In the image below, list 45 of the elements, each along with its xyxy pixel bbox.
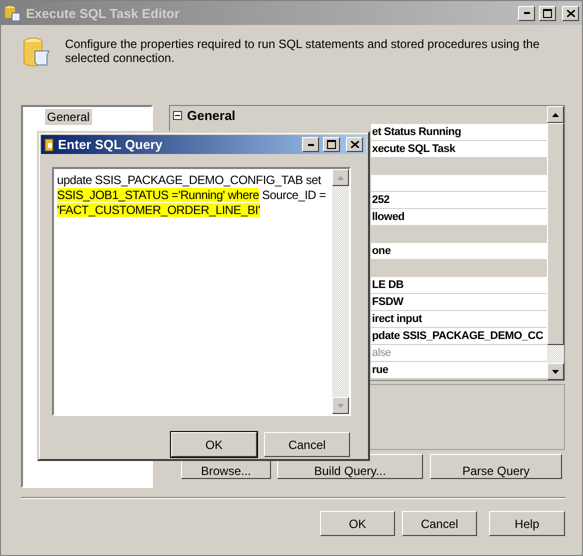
close-icon	[350, 141, 358, 148]
down-arrow-icon	[552, 370, 559, 374]
minimize-icon	[308, 144, 314, 146]
property-value[interactable]: LE DB	[371, 277, 547, 293]
minimize-icon	[524, 12, 530, 14]
dialog-button[interactable]: Help	[489, 511, 565, 536]
window-title: Execute SQL Task Editor	[26, 6, 180, 20]
sidebar-item[interactable]: General	[45, 109, 92, 125]
app-icon	[4, 4, 22, 22]
close-button[interactable]	[346, 137, 363, 152]
property-value[interactable]: FSDW	[371, 294, 547, 310]
up-arrow-icon	[552, 112, 559, 116]
dialog-title: Enter SQL Query	[58, 137, 164, 152]
scroll-up-button[interactable]	[547, 106, 564, 123]
property-value[interactable]: llowed	[371, 209, 547, 225]
minimize-button[interactable]	[302, 137, 319, 152]
dialog-button[interactable]: Cancel	[264, 432, 350, 457]
query-icon	[44, 138, 54, 152]
maximize-button[interactable]	[539, 6, 556, 20]
scroll-down-button[interactable]	[547, 363, 564, 380]
scroll-up-button[interactable]	[332, 169, 349, 186]
query-field[interactable]: update SSIS_PACKAGE_DEMO_CONFIG_TAB set SSIS_JOB1_STATUS ='Running' where Source_ID = 'FACT_CUSTOMER_ORDER_LINE_BI'	[52, 167, 351, 416]
property-value[interactable]: et Status Running	[371, 124, 547, 140]
minimize-button[interactable]	[518, 6, 535, 20]
down-arrow-icon	[337, 404, 344, 408]
collapse-icon[interactable]	[173, 110, 182, 120]
maximize-icon	[543, 8, 552, 18]
property-value[interactable]: rue	[371, 362, 547, 378]
maximize-icon	[327, 140, 336, 149]
close-icon	[566, 10, 574, 16]
dialog-button[interactable]: OK	[320, 511, 395, 536]
property-value[interactable]: one	[371, 243, 547, 259]
up-arrow-icon	[337, 176, 344, 180]
maximize-button[interactable]	[323, 137, 340, 152]
close-button[interactable]	[562, 6, 579, 20]
query-button[interactable]: Parse Query	[430, 454, 562, 479]
header-description: Configure the properties required to run SQL statements and stored procedures using the selected connection.	[65, 37, 540, 67]
property-value[interactable]: xecute SQL Task	[371, 141, 547, 157]
property-value[interactable]: 252	[371, 192, 547, 208]
scroll-down-button[interactable]	[332, 397, 349, 414]
section-title: General	[187, 108, 236, 122]
dialog-button[interactable]: OK	[171, 432, 257, 457]
dialog-button[interactable]: Cancel	[402, 511, 477, 536]
property-value[interactable]: pdate SSIS_PACKAGE_DEMO_CC	[371, 328, 547, 344]
property-value[interactable]: irect input	[371, 311, 547, 327]
